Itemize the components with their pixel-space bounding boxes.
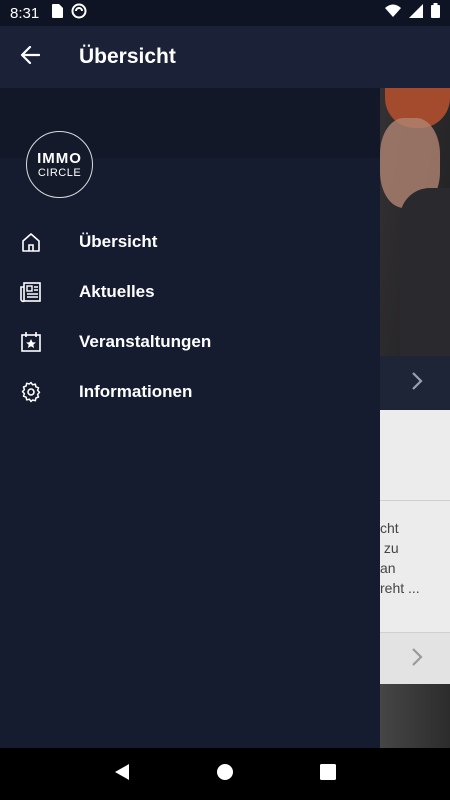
back-button[interactable] (0, 26, 60, 88)
nav-back-button[interactable] (102, 754, 142, 794)
home-icon (1, 217, 61, 267)
nav-recents-button[interactable] (308, 754, 348, 794)
status-time: 8:31 (10, 4, 40, 22)
battery-icon (431, 3, 440, 23)
signal-icon (409, 3, 423, 23)
app-bar: Übersicht (0, 26, 450, 88)
hero-shadow-shape (400, 188, 450, 358)
drawer-item-veranstaltungen[interactable]: Veranstaltungen (0, 317, 380, 367)
navigation-drawer: IMMO CIRCLE Übersicht Aktuelles Veransta… (0, 88, 380, 748)
immo-circle-logo: IMMO CIRCLE (26, 131, 93, 198)
home-circle-icon (216, 763, 234, 786)
sd-card-icon (51, 3, 64, 23)
status-bar: 8:31 (0, 0, 450, 26)
drawer-item-uebersicht[interactable]: Übersicht (0, 217, 380, 267)
drawer-menu: Übersicht Aktuelles Veranstaltungen Info… (0, 217, 380, 417)
recents-square-icon (320, 763, 337, 785)
drawer-item-label: Informationen (79, 382, 193, 401)
system-nav-bar (0, 748, 450, 800)
page-title: Übersicht (79, 45, 176, 68)
drawer-item-label: Übersicht (79, 232, 158, 251)
screen: 8:31 Übersicht cht zu an reht ... IMMO C… (0, 0, 450, 800)
drawer-item-aktuelles[interactable]: Aktuelles (0, 267, 380, 317)
drawer-item-informationen[interactable]: Informationen (0, 367, 380, 417)
logo-text-top: IMMO (37, 149, 82, 167)
sync-icon (71, 3, 87, 24)
status-left-icons (51, 3, 87, 24)
logo-text-bottom: CIRCLE (37, 166, 82, 179)
wifi-icon (385, 4, 401, 22)
chevron-right-icon (410, 646, 424, 673)
status-right-icons (385, 3, 440, 23)
back-triangle-icon (113, 763, 131, 786)
drawer-item-label: Aktuelles (79, 282, 155, 301)
arrow-back-icon (20, 45, 41, 69)
calendar-star-icon (1, 317, 61, 367)
drawer-item-label: Veranstaltungen (79, 332, 212, 351)
nav-home-button[interactable] (205, 754, 245, 794)
newspaper-icon (1, 267, 61, 317)
card-text: cht zu an reht ... (380, 520, 420, 596)
gear-icon (1, 367, 61, 417)
chevron-right-icon (410, 370, 424, 397)
